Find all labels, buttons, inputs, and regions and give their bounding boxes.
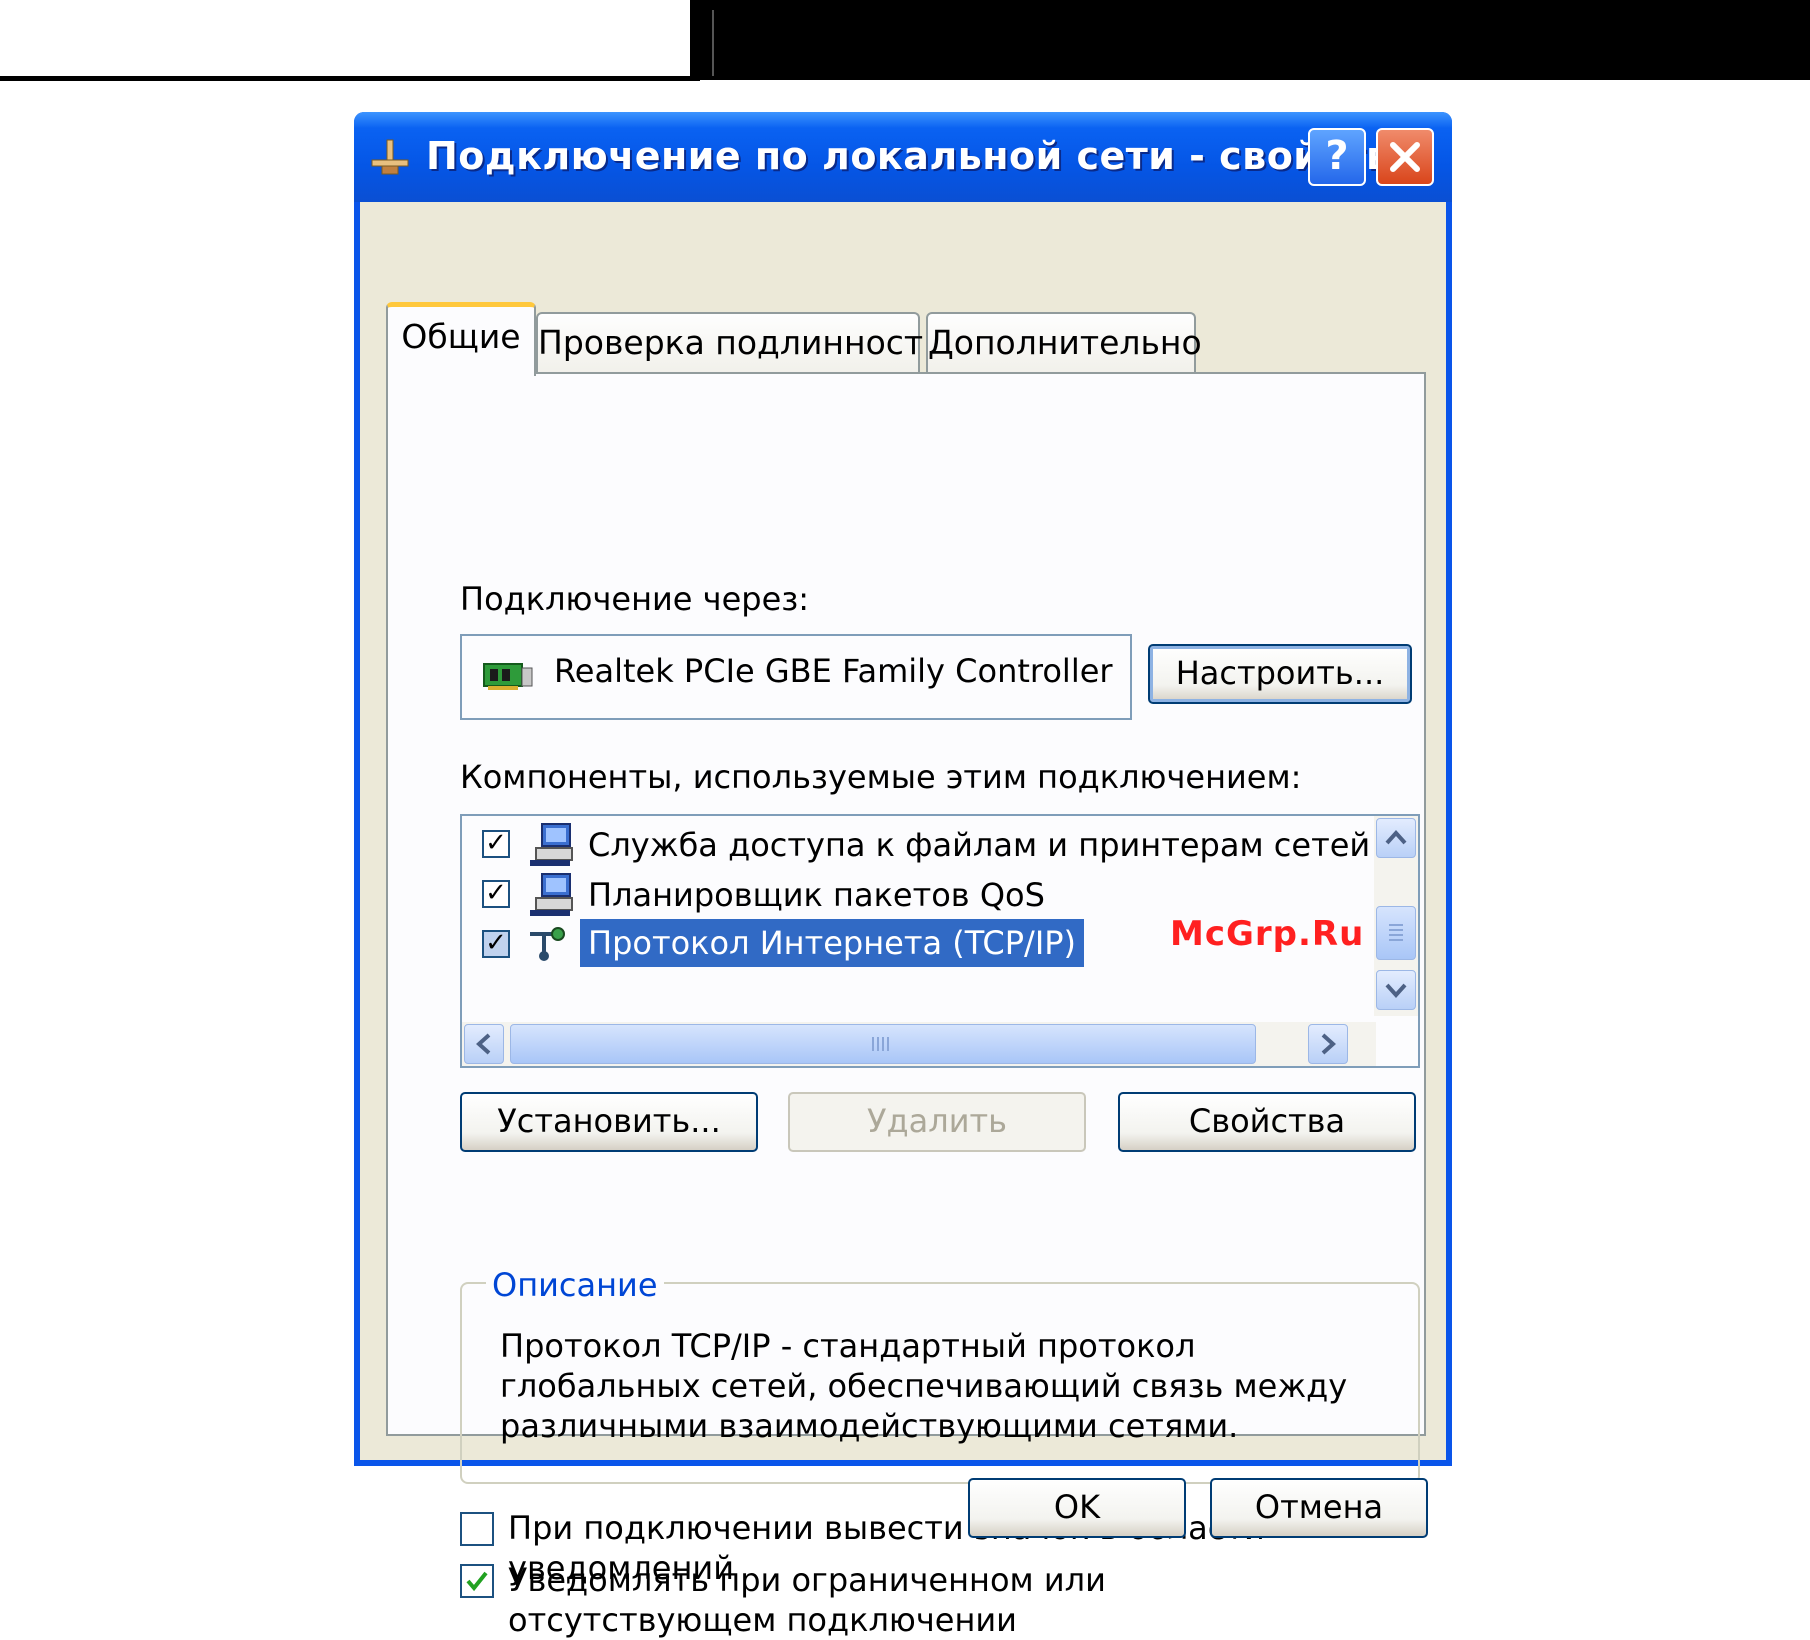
- network-computer-icon: [530, 823, 573, 866]
- properties-button[interactable]: Свойства: [1118, 1092, 1416, 1152]
- scroll-down-button[interactable]: [1376, 970, 1416, 1010]
- watermark: McGrp.Ru: [1170, 914, 1365, 954]
- window-title: Подключение по локальной сети - свойства: [426, 134, 1417, 178]
- chevron-up-icon: [1385, 830, 1407, 845]
- grip-icon: [872, 1037, 889, 1051]
- chevron-left-icon: [476, 1033, 491, 1055]
- adapter-field: Realtek PCIe GBE Family Controller: [460, 634, 1132, 720]
- component-label: Служба доступа к файлам и принтерам сете…: [588, 826, 1420, 864]
- component-label: Планировщик пакетов QoS: [588, 876, 1045, 914]
- description-title: Описание: [486, 1266, 664, 1304]
- tab-advanced[interactable]: Дополнительно: [926, 312, 1202, 374]
- page-header-band: [690, 0, 1810, 80]
- notify-checkbox[interactable]: [460, 1564, 494, 1598]
- scroll-right-button[interactable]: [1308, 1024, 1348, 1064]
- close-button[interactable]: [1376, 128, 1434, 186]
- scroll-up-button[interactable]: [1376, 818, 1416, 858]
- properties-dialog: Подключение по локальной сети - свойства…: [354, 112, 1452, 1639]
- protocol-icon: [530, 927, 565, 961]
- horizontal-scroll-thumb[interactable]: [510, 1024, 1256, 1064]
- show-icon-checkbox[interactable]: [460, 1512, 494, 1546]
- general-tab-panel: Подключение через: Realtek PCIe GBE Fami…: [386, 372, 1426, 1639]
- configure-button[interactable]: Настроить...: [1148, 644, 1412, 704]
- scroll-left-button[interactable]: [464, 1024, 504, 1064]
- grip-icon: [1389, 924, 1403, 941]
- component-checkbox[interactable]: ✓: [482, 880, 510, 908]
- horizontal-scrollbar[interactable]: [462, 1022, 1376, 1066]
- chevron-down-icon: [1385, 983, 1407, 998]
- component-checkbox[interactable]: ✓: [482, 830, 510, 858]
- chevron-right-icon: [1321, 1033, 1336, 1055]
- network-adapter-icon: [483, 663, 533, 690]
- page-header-divider: [712, 10, 714, 76]
- network-connection-icon: [371, 139, 409, 175]
- network-computer-icon: [530, 873, 573, 916]
- list-item[interactable]: ✓ Планировщик пакетов QoS: [462, 870, 1362, 920]
- connect-via-label: Подключение через:: [460, 580, 810, 618]
- list-item[interactable]: ✓ Служба доступа к файлам и принтерам се…: [462, 820, 1418, 870]
- component-label: Протокол Интернета (TCP/IP): [580, 919, 1085, 967]
- vertical-scroll-thumb[interactable]: [1376, 906, 1416, 960]
- dialog-body: Общие Проверка подлинности Дополнительно…: [360, 202, 1446, 1639]
- adapter-name: Realtek PCIe GBE Family Controller: [554, 652, 1113, 690]
- notify-label: Уведомлять при ограниченном или отсутств…: [508, 1561, 1106, 1639]
- vertical-scrollbar[interactable]: [1374, 816, 1418, 1016]
- tab-authentication[interactable]: Проверка подлинности: [536, 312, 945, 374]
- tab-general[interactable]: Общие: [386, 302, 536, 376]
- remove-button[interactable]: Удалить: [788, 1092, 1086, 1152]
- install-button[interactable]: Установить...: [460, 1092, 758, 1152]
- cancel-button[interactable]: Отмена: [1210, 1478, 1428, 1538]
- page-header-rule: [0, 76, 700, 81]
- description-text: Протокол TCP/IP - стандартный протокол г…: [500, 1327, 1348, 1445]
- ok-button[interactable]: OK: [968, 1478, 1186, 1538]
- checkmark-icon: [466, 1571, 488, 1592]
- help-button[interactable]: ?: [1308, 128, 1366, 186]
- components-label: Компоненты, используемые этим подключени…: [460, 758, 1302, 796]
- component-checkbox[interactable]: ✓: [482, 930, 510, 958]
- title-bar[interactable]: Подключение по локальной сети - свойства…: [354, 112, 1452, 202]
- close-icon: [1390, 142, 1420, 172]
